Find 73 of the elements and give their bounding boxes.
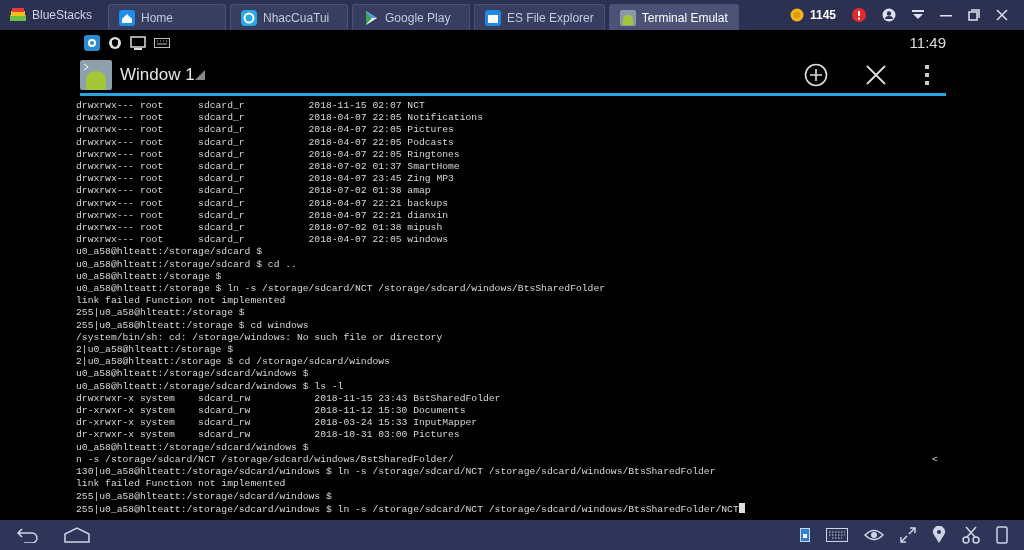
terminal-line: drwxrwx--- root sdcard_r 2018-04-07 22:21 backups xyxy=(76,197,449,210)
terminal-line: drwxrwx--- root sdcard_r 2018-04-07 22:05 windows xyxy=(76,234,449,247)
shield-icon xyxy=(108,36,122,50)
coin-icon xyxy=(789,8,804,22)
terminal-line: drwxrwx--- root sdcard_r 2018-07-02 01:38 amap xyxy=(76,185,431,198)
home-icon[interactable] xyxy=(64,527,90,543)
terminal-line: drwxrwxr-x system sdcard_rw 2018-11-15 23:43 BstSharedFolder xyxy=(76,392,501,406)
terminal-line: dr-xrwxr-x system sdcard_rw 2018-03-24 15:33 InputMapper xyxy=(76,417,478,430)
terminal-line: drwxrwx--- root sdcard_r 2018-04-07 22:05 Pictures xyxy=(76,124,454,137)
terminal-line: 255|u0_a58@hlteatt:/storage/sdcard/windows $ xyxy=(76,490,332,503)
screen-icon[interactable] xyxy=(800,528,810,542)
terminal-line: drwxrwx--- root sdcard_r 2018-04-07 22:05 Podcasts xyxy=(76,136,454,149)
terminal-line: drwxrwx--- root sdcard_r 2018-07-02 01:38 mipush xyxy=(76,222,443,235)
overflow-marker: < xyxy=(932,453,938,467)
terminal-status-icon xyxy=(130,36,146,50)
tab[interactable]: Home xyxy=(108,4,227,30)
terminal-line: u0_a58@hlteatt:/storage/sdcard/windows $ xyxy=(76,368,309,381)
terminal-line: link failed Function not implemented xyxy=(76,295,286,308)
terminal-line: u0_a58@hlteatt:/storage/sdcard/windows $ ls -l xyxy=(76,380,344,393)
terminal-line: u0_a58@hlteatt:/storage $ ln -s /storage/sdcard/NCT /storage/sdcard/windows/BtsSharedFolder xyxy=(76,283,606,296)
close-window-icon[interactable] xyxy=(866,64,886,85)
overflow-menu-icon[interactable] xyxy=(924,63,930,86)
tab-icon xyxy=(485,9,502,26)
window-title[interactable]: Window 1 xyxy=(120,61,195,88)
terminal-line: 2|u0_a58@hlteatt:/storage $ cd /storage/sdcard/windows xyxy=(76,356,390,369)
terminal-line: u0_a58@hlteatt:/storage/sdcard/windows $ xyxy=(76,441,309,454)
android-app-icon xyxy=(80,59,112,90)
logo-icon xyxy=(8,7,28,23)
tab-icon xyxy=(241,9,258,26)
terminal-line: 255|u0_a58@hlteatt:/storage/sdcard/windows $ ln -s /storage/sdcard/NCT /storage/sdcard/windows/BtsSharedFolder/NCT xyxy=(76,503,739,516)
scissors-icon[interactable] xyxy=(962,526,980,544)
tab-icon xyxy=(619,9,636,26)
tab[interactable]: Terminal Emulat xyxy=(608,4,739,30)
location-icon[interactable] xyxy=(932,526,946,544)
back-icon[interactable] xyxy=(16,527,40,543)
add-icon[interactable] xyxy=(804,62,828,87)
keyboard-icon[interactable] xyxy=(826,528,848,542)
clock-time: 11:49 xyxy=(909,32,946,53)
terminal-line: dr-xrwxr-x system sdcard_rw 2018-10-31 03:00 Pictures xyxy=(76,429,460,442)
terminal-line: drwxrwx--- root sdcard_r 2018-11-15 02:07 NCT xyxy=(76,100,425,113)
terminal-line: drwxrwx--- root sdcard_r 2018-04-07 22:05 Notifications xyxy=(76,112,483,125)
dropdown-icon[interactable] xyxy=(912,10,924,20)
terminal-line: drwxrwx--- root sdcard_r 2018-07-02 01:37 SmartHome xyxy=(76,161,460,174)
account-icon[interactable] xyxy=(882,8,896,22)
phone-icon[interactable] xyxy=(996,526,1008,544)
eye-icon[interactable] xyxy=(864,528,884,542)
app-name: BlueStacks xyxy=(32,7,93,24)
terminal-line: u0_a58@hlteatt:/storage $ xyxy=(76,270,222,284)
terminal-line: drwxrwx--- root sdcard_r 2018-04-07 22:05 Ringtones xyxy=(76,148,460,161)
app-status-icon xyxy=(84,35,100,51)
restore-icon[interactable] xyxy=(968,9,980,21)
terminal-line: 130|u0_a58@hlteatt:/storage/sdcard/windows $ ln -s /storage/sdcard/NCT /storage/sdcard/windows/BtsSharedFolder xyxy=(76,466,716,479)
terminal-line: dr-xrwxr-x system sdcard_rw 2018-11-12 15:30 Documents xyxy=(76,405,466,418)
alert-icon[interactable] xyxy=(852,8,866,22)
terminal-line: drwxrwx--- root sdcard_r 2018-04-07 22:21 dianxin xyxy=(76,209,449,223)
terminal-line: drwxrwx--- root sdcard_r 2018-04-07 23:45 Zing MP3 xyxy=(76,173,454,186)
dropdown-triangle-icon[interactable] xyxy=(194,69,205,80)
terminal-line: 255|u0_a58@hlteatt:/storage $ cd windows xyxy=(76,319,309,332)
terminal-line: /system/bin/sh: cd: /storage/windows: No such file or directory xyxy=(76,331,443,345)
terminal-line: u0_a58@hlteatt:/storage/sdcard $ cd .. xyxy=(76,258,297,271)
terminal-line: n -s /storage/sdcard/NCT /storage/sdcard/windows/BstSharedFolder/ xyxy=(76,453,454,467)
tab-icon xyxy=(119,9,136,26)
terminal-line: u0_a58@hlteatt:/storage/sdcard $ xyxy=(76,246,263,259)
tab[interactable]: NhacCuaTui xyxy=(230,4,349,30)
close-icon[interactable] xyxy=(996,9,1008,21)
terminal-line: 2|u0_a58@hlteatt:/storage $ xyxy=(76,344,233,357)
tab[interactable]: ES File Explorer xyxy=(474,4,605,30)
keyboard-icon xyxy=(154,38,170,48)
terminal-line: link failed Function not implemented xyxy=(76,478,286,491)
expand-icon[interactable] xyxy=(900,527,916,543)
tab[interactable]: Google Play xyxy=(352,4,471,30)
coin-count: 1145 xyxy=(809,7,836,24)
terminal-line: 255|u0_a58@hlteatt:/storage $ xyxy=(76,307,245,320)
